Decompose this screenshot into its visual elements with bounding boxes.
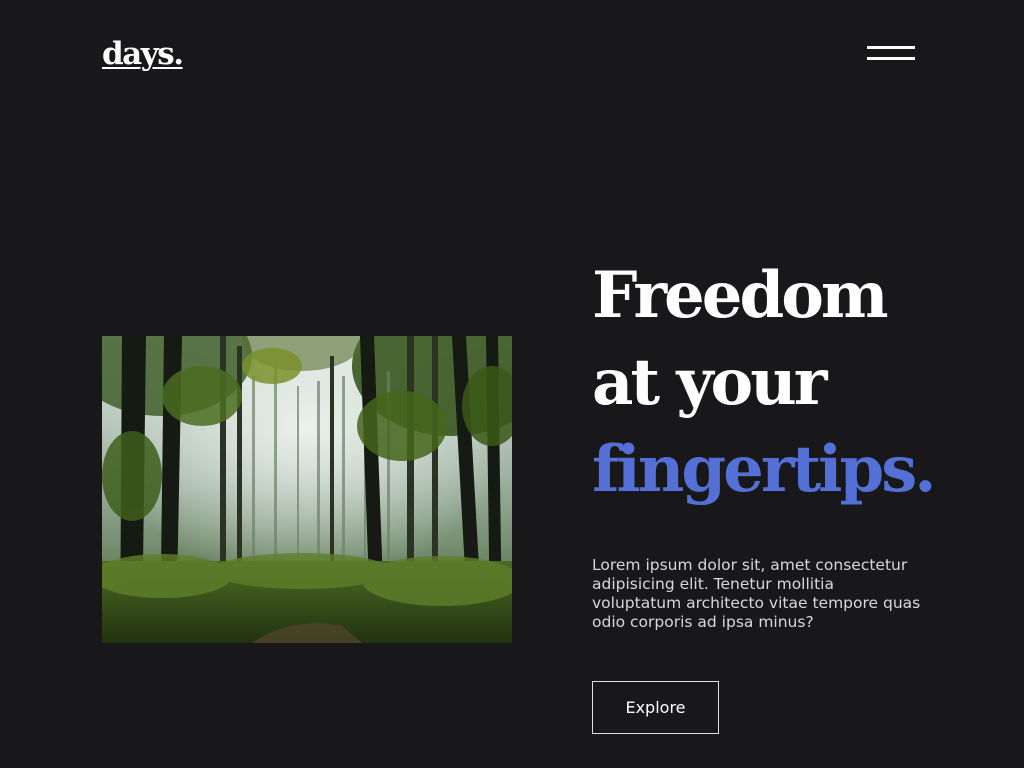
headline-line-1: Freedom [592,258,889,333]
hero-headline: Freedom at your fingertips. [592,252,936,513]
menu-bar-bottom [867,57,915,60]
explore-button[interactable]: Explore [592,681,719,734]
headline-line-2: at your [592,345,827,420]
hamburger-menu-button[interactable] [862,36,920,70]
headline-line-3: fingertips. [592,432,936,507]
hero-image-forest [102,336,512,643]
logo[interactable]: days. [102,34,184,74]
hero-description: Lorem ipsum dolor sit, amet consectetur … [592,556,921,631]
menu-bar-top [867,46,915,49]
